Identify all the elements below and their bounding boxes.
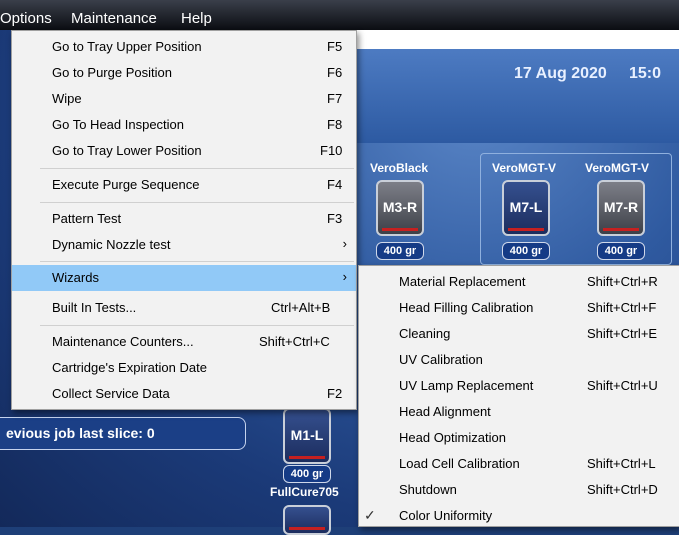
menu-item-shortcut: F3 bbox=[327, 211, 343, 226]
menu-item-label: Maintenance Counters... bbox=[52, 334, 194, 349]
menu-item-shortcut: F7 bbox=[327, 91, 343, 106]
wizards-submenu: Material Replacement Shift+Ctrl+R Head F… bbox=[358, 265, 679, 527]
cartridge-weight: 400 gr bbox=[376, 242, 424, 260]
menu-item-label: Load Cell Calibration bbox=[399, 456, 520, 471]
menu-item-label: Material Replacement bbox=[399, 274, 526, 289]
menu-separator bbox=[40, 325, 354, 326]
submenu-item-color-uniformity[interactable]: ✓ Color Uniformity bbox=[359, 503, 679, 529]
menu-item-tray-upper[interactable]: Go to Tray Upper Position F5 bbox=[12, 34, 356, 60]
menu-separator bbox=[40, 261, 354, 262]
submenu-item-shutdown[interactable]: Shutdown Shift+Ctrl+D bbox=[359, 477, 679, 503]
menu-item-label: Collect Service Data bbox=[52, 386, 170, 401]
submenu-item-cleaning[interactable]: Cleaning Shift+Ctrl+E bbox=[359, 321, 679, 347]
menu-item-shortcut: F2 bbox=[327, 386, 343, 401]
menu-item-shortcut: F4 bbox=[327, 177, 343, 192]
previous-job-status: evious job last slice: 0 bbox=[0, 417, 246, 450]
menu-item-label: UV Lamp Replacement bbox=[399, 378, 534, 393]
menu-item-maintenance-counters[interactable]: Maintenance Counters... Shift+Ctrl+C bbox=[12, 329, 356, 355]
menu-separator bbox=[40, 202, 354, 203]
menu-item-wizards[interactable]: Wizards › bbox=[12, 265, 356, 291]
menu-item-shortcut: F10 bbox=[320, 143, 343, 158]
menu-item-label: Built In Tests... bbox=[52, 300, 137, 315]
menu-item-dynamic-nozzle[interactable]: Dynamic Nozzle test › bbox=[12, 232, 356, 258]
cartridge-weight: 400 gr bbox=[502, 242, 550, 260]
menu-item-shortcut: F6 bbox=[327, 65, 343, 80]
menu-item-shortcut: Shift+Ctrl+E bbox=[587, 326, 658, 341]
submenu-arrow-icon: › bbox=[342, 269, 347, 284]
menu-item-label: Head Optimization bbox=[399, 430, 506, 445]
menubar: Options Maintenance Help bbox=[0, 0, 679, 30]
submenu-item-head-filling[interactable]: Head Filling Calibration Shift+Ctrl+F bbox=[359, 295, 679, 321]
menu-item-label: Shutdown bbox=[399, 482, 457, 497]
cartridge-weight: 400 gr bbox=[283, 465, 331, 483]
cartridge-weight: 400 gr bbox=[597, 242, 645, 260]
material-label: VeroMGT-V bbox=[492, 161, 557, 175]
menu-item-label: Cleaning bbox=[399, 326, 451, 341]
menu-item-built-in-tests[interactable]: Built In Tests... Ctrl+Alt+B bbox=[12, 295, 356, 321]
menu-item-tray-lower[interactable]: Go to Tray Lower Position F10 bbox=[12, 138, 356, 164]
menu-item-wipe[interactable]: Wipe F7 bbox=[12, 86, 356, 112]
menu-item-label: Wipe bbox=[52, 91, 82, 106]
material-label: FullCure705 bbox=[270, 485, 339, 499]
cartridge-slot[interactable]: M7-L bbox=[502, 180, 550, 236]
submenu-item-uv-lamp[interactable]: UV Lamp Replacement Shift+Ctrl+U bbox=[359, 373, 679, 399]
menu-item-purge-sequence[interactable]: Execute Purge Sequence F4 bbox=[12, 172, 356, 198]
menu-item-shortcut: F5 bbox=[327, 39, 343, 54]
menu-separator bbox=[40, 168, 354, 169]
checkmark-icon: ✓ bbox=[364, 507, 376, 523]
submenu-item-head-alignment[interactable]: Head Alignment bbox=[359, 399, 679, 425]
menu-item-head-inspection[interactable]: Go To Head Inspection F8 bbox=[12, 112, 356, 138]
menu-options[interactable]: Options bbox=[0, 10, 52, 27]
menu-item-label: Pattern Test bbox=[52, 211, 122, 226]
menu-item-purge-position[interactable]: Go to Purge Position F6 bbox=[12, 60, 356, 86]
submenu-item-load-cell[interactable]: Load Cell Calibration Shift+Ctrl+L bbox=[359, 451, 679, 477]
menu-item-shortcut: Shift+Ctrl+F bbox=[587, 300, 657, 315]
menu-item-shortcut: Shift+Ctrl+L bbox=[587, 456, 656, 471]
menu-item-shortcut: Shift+Ctrl+C bbox=[259, 334, 330, 349]
menu-maintenance[interactable]: Maintenance bbox=[71, 10, 157, 27]
menu-item-cartridge-expiration[interactable]: Cartridge's Expiration Date bbox=[12, 355, 356, 381]
menu-item-label: Go To Head Inspection bbox=[52, 117, 185, 132]
submenu-item-head-optimization[interactable]: Head Optimization bbox=[359, 425, 679, 451]
submenu-item-uv-calibration[interactable]: UV Calibration bbox=[359, 347, 679, 373]
menu-item-label: Cartridge's Expiration Date bbox=[52, 360, 207, 375]
menu-item-label: Go to Tray Lower Position bbox=[52, 143, 202, 158]
maintenance-menu: Go to Tray Upper Position F5 Go to Purge… bbox=[11, 30, 357, 410]
menu-item-shortcut: Ctrl+Alt+B bbox=[271, 300, 331, 315]
cartridge-slot[interactable] bbox=[283, 505, 331, 535]
material-label: VeroBlack bbox=[370, 161, 429, 175]
menu-help[interactable]: Help bbox=[181, 10, 212, 27]
menu-item-shortcut: Shift+Ctrl+U bbox=[587, 378, 658, 393]
menu-item-collect-service-data[interactable]: Collect Service Data F2 bbox=[12, 381, 356, 407]
cartridge-slot[interactable]: M3-R bbox=[376, 180, 424, 236]
menu-item-label: Execute Purge Sequence bbox=[52, 177, 200, 192]
menu-item-label: Head Filling Calibration bbox=[399, 300, 534, 315]
submenu-arrow-icon: › bbox=[342, 236, 347, 251]
date-display: 17 Aug 2020 bbox=[514, 65, 607, 82]
menu-item-label: UV Calibration bbox=[399, 352, 483, 367]
cartridge-slot[interactable]: M1-L bbox=[283, 408, 331, 464]
menu-item-label: Head Alignment bbox=[399, 404, 491, 419]
menu-item-pattern-test[interactable]: Pattern Test F3 bbox=[12, 206, 356, 232]
submenu-item-material-replacement[interactable]: Material Replacement Shift+Ctrl+R bbox=[359, 269, 679, 295]
cartridge-slot[interactable]: M7-R bbox=[597, 180, 645, 236]
menu-item-label: Go to Purge Position bbox=[52, 65, 172, 80]
menu-item-shortcut: F8 bbox=[327, 117, 343, 132]
menu-item-label: Color Uniformity bbox=[399, 508, 493, 523]
menu-item-shortcut: Shift+Ctrl+R bbox=[587, 274, 658, 289]
material-label: VeroMGT-V bbox=[585, 161, 650, 175]
menu-item-shortcut: Shift+Ctrl+D bbox=[587, 482, 658, 497]
menu-item-label: Go to Tray Upper Position bbox=[52, 39, 202, 54]
time-display: 15:0 bbox=[629, 65, 662, 82]
menu-item-label: Dynamic Nozzle test bbox=[52, 237, 171, 252]
menu-item-label: Wizards bbox=[52, 270, 99, 285]
